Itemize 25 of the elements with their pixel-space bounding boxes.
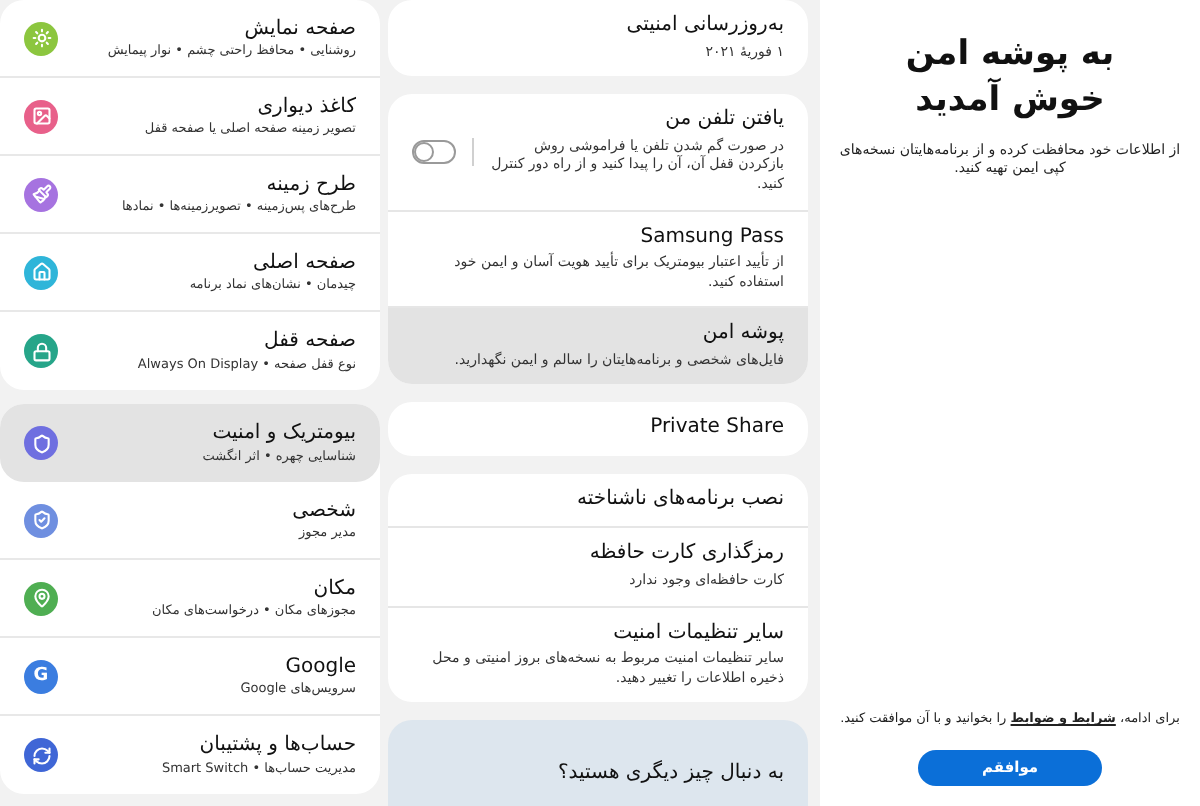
welcome-title: خوش آمدید [915,78,1105,125]
settings-item[interactable]: نصب برنامه‌های ناشناخته [388,473,808,529]
item-title: شخصی [292,499,356,525]
help-title: به دنبال چیز دیگری هستید؟ [557,762,784,785]
item-title: نصب برنامه‌های ناشناخته [577,487,784,513]
item-title: Samsung Pass [640,225,784,250]
settings-item[interactable]: Private Share [388,402,808,456]
item-title: Google [285,655,356,681]
item-title: صفحه نمایش [244,17,356,43]
item-title: حساب‌ها و پشتیبان [199,734,356,760]
item-title: بیومتریک و امنیت [212,422,356,448]
item-title: به‌روزرسانی امنیتی [626,14,784,39]
welcome-title: به پوشه امن [905,32,1115,77]
item-title: پوشه امن [702,322,784,348]
item-title: صفحه اصلی [253,251,356,277]
item-title: مکان [313,577,356,603]
item-title: کاغذ دیواری [257,95,356,121]
item-title: رمزگذاری کارت حافظه [589,542,784,568]
item-title: صفحه قفل [264,330,356,356]
toggle-switch[interactable] [412,139,456,164]
item-title: یافتن تلفن من [665,108,784,134]
item-title: Private Share [650,416,784,442]
letter-icon: G [24,659,58,693]
item-title: طرح زمینه [266,173,356,199]
item-title: سایر تنظیمات امنیت [613,621,784,646]
